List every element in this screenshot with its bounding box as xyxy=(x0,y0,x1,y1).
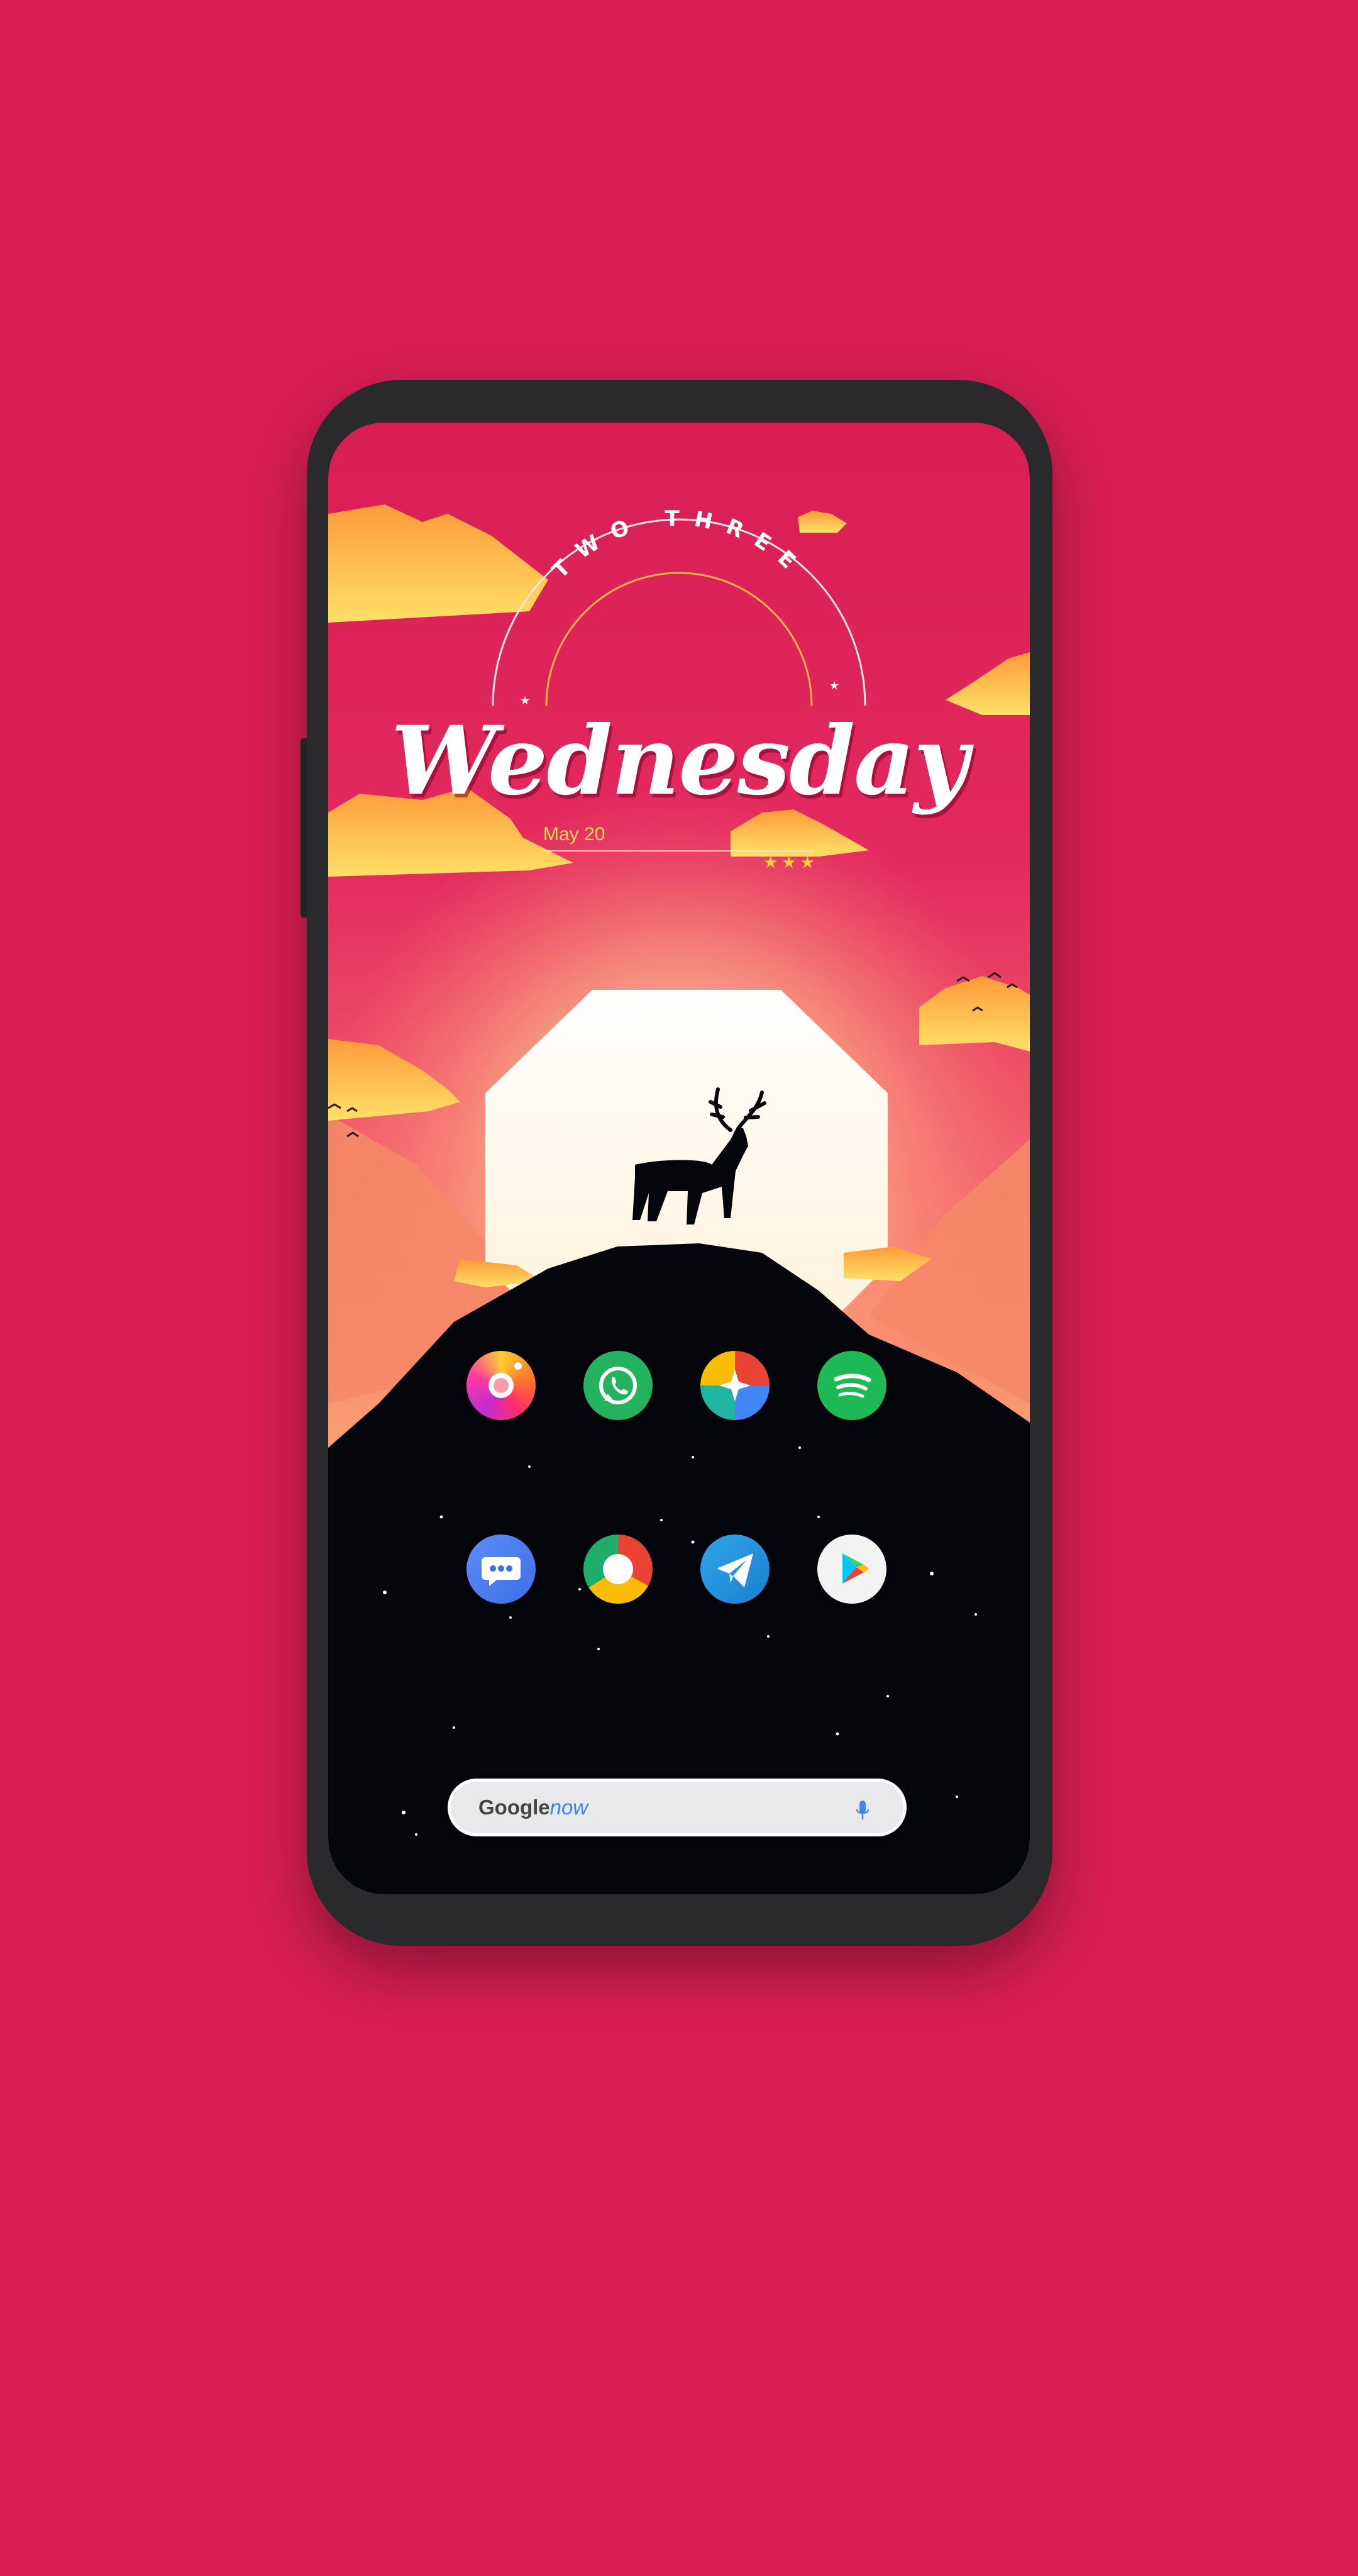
camera-app-icon[interactable] xyxy=(466,1351,536,1420)
messages-app-icon[interactable] xyxy=(466,1535,536,1604)
camera-lens-icon xyxy=(489,1362,522,1398)
inner-arc xyxy=(545,572,813,706)
date-underline xyxy=(543,850,814,852)
phone-screen: TWO THREE ★ ★ Wednesday May 20 ★★★ Googl… xyxy=(328,423,1030,1894)
spotify-icon xyxy=(834,1374,871,1398)
search-brand-suffix: now xyxy=(549,1796,588,1819)
chat-bubble-icon xyxy=(482,1557,521,1586)
arc-text: TWO THREE xyxy=(548,506,810,584)
chrome-app-icon[interactable] xyxy=(583,1535,653,1604)
google-search-bar[interactable]: Google now xyxy=(448,1779,907,1836)
microphone-icon[interactable] xyxy=(853,1798,872,1823)
weekday-label: Wednesday xyxy=(390,706,969,816)
arc-star-left: ★ xyxy=(520,694,530,707)
photos-app-icon[interactable] xyxy=(700,1351,770,1420)
date-label: May 20 xyxy=(543,824,605,845)
date-widget[interactable]: TWO THREE ★ ★ Wednesday May 20 ★★★ xyxy=(328,423,1030,926)
power-button xyxy=(301,738,307,918)
rating-stars: ★★★ xyxy=(763,853,819,872)
phone-call-icon xyxy=(599,1367,637,1404)
arc-decoration: TWO THREE ★ ★ xyxy=(492,506,866,707)
whatsapp-app-icon[interactable] xyxy=(583,1351,653,1420)
phone-frame: TWO THREE ★ ★ Wednesday May 20 ★★★ Googl… xyxy=(301,380,1052,1946)
play-store-app-icon[interactable] xyxy=(817,1535,886,1604)
play-triangle-icon xyxy=(842,1553,869,1584)
telegram-app-icon[interactable] xyxy=(700,1535,770,1604)
paper-plane-icon xyxy=(717,1553,753,1587)
search-brand: Google xyxy=(478,1796,550,1819)
sparkle-icon xyxy=(719,1370,751,1401)
arc-star-right: ★ xyxy=(829,679,839,692)
spotify-app-icon[interactable] xyxy=(817,1351,886,1420)
chrome-icon xyxy=(603,1554,633,1584)
